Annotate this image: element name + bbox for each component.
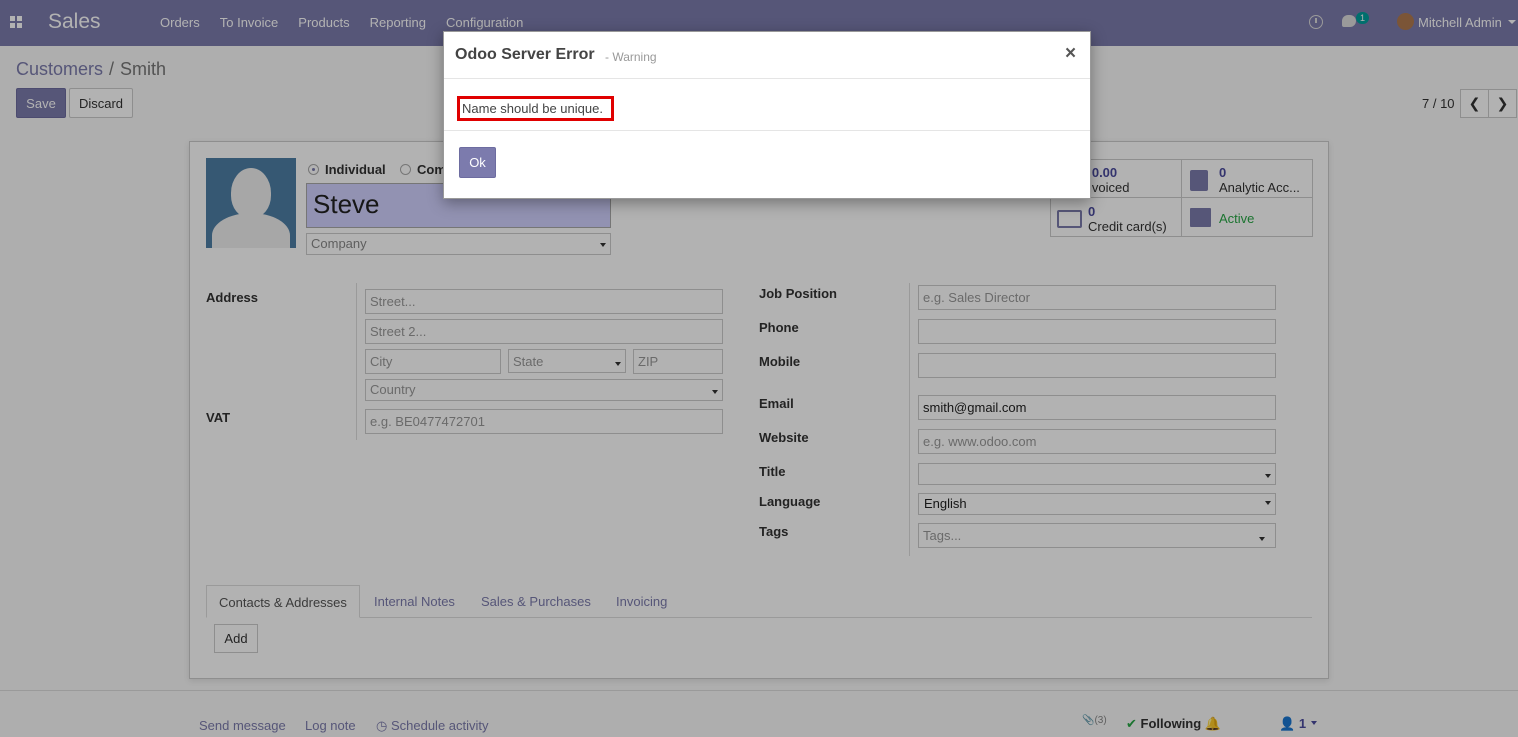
dialog-body: Name should be unique. [444, 79, 1090, 131]
error-message: Name should be unique. [457, 96, 614, 121]
server-error-dialog: Odoo Server Error - Warning × Name shoul… [443, 31, 1091, 199]
ok-button[interactable]: Ok [459, 147, 496, 178]
dialog-title: Odoo Server Error [455, 46, 595, 63]
dialog-subtitle: - Warning [605, 50, 657, 64]
dialog-header: Odoo Server Error - Warning × [444, 32, 1090, 79]
close-icon[interactable]: × [1065, 43, 1076, 65]
